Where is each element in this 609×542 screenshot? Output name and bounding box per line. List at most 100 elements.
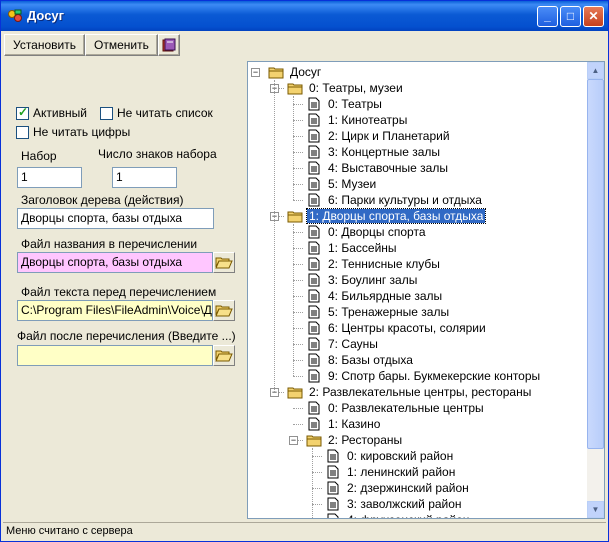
tree-item-label: 8: Базы отдыха [328, 353, 413, 367]
document-icon [308, 113, 320, 127]
tree-item[interactable]: 1: Казино [306, 416, 382, 432]
tree-item[interactable]: 1: Кинотеатры [306, 112, 409, 128]
scroll-down-arrow[interactable]: ▼ [587, 501, 604, 518]
tree-item-label: 6: Парки культуры и отдыха [328, 193, 482, 207]
tree-connector [293, 360, 303, 361]
tree-folder[interactable]: 2: Рестораны [306, 432, 404, 448]
digits-input[interactable]: 1 [112, 167, 177, 188]
scroll-thumb[interactable] [587, 79, 604, 449]
before-enum-browse-button[interactable] [213, 300, 235, 321]
book-button[interactable] [157, 34, 180, 56]
install-button[interactable]: Установить [4, 34, 85, 56]
after-enum-browse-button[interactable] [213, 345, 235, 366]
document-icon [308, 129, 320, 143]
enum-name-file-input[interactable]: Дворцы спорта, базы отдыха [17, 252, 213, 273]
no-read-list-label: Не читать список [117, 106, 213, 120]
tree-item-label: 7: Сауны [328, 337, 378, 351]
tree-connector [293, 184, 303, 185]
tree-folder[interactable]: 2: Развлекательные центры, рестораны [287, 384, 533, 400]
document-icon [327, 481, 339, 495]
tree-item[interactable]: 4: Бильярдные залы [306, 288, 444, 304]
tree-item-label: 1: ленинский район [347, 465, 456, 479]
tree-item[interactable]: 3: Концертные залы [306, 144, 442, 160]
document-icon [308, 305, 320, 319]
tree-connector [312, 504, 322, 505]
tree-item[interactable]: 4: фрунзенский район [325, 512, 471, 518]
tree-item-label: 1: Дворцы спорта, базы отдыха [305, 208, 487, 224]
document-icon [308, 145, 320, 159]
tree-folder[interactable]: 0: Театры, музеи [287, 80, 405, 96]
menu-tree[interactable]: ▲ ▼ − Досуг − 0: Театры, музеи 0: Театры 1: К… [247, 61, 605, 519]
tree-item-label: 3: заволжский район [347, 497, 462, 511]
no-read-list-checkbox-row[interactable]: Не читать список [100, 106, 213, 120]
tree-item-label: 3: Концертные залы [328, 145, 441, 159]
close-button[interactable]: ✕ [583, 6, 604, 27]
tree-item[interactable]: 6: Парки культуры и отдыха [306, 192, 484, 208]
before-enum-file-label: Файл текста перед перечислением [21, 285, 217, 299]
set-input[interactable]: 1 [17, 167, 82, 188]
tree-item[interactable]: 2: Цирк и Планетарий [306, 128, 452, 144]
scroll-up-arrow[interactable]: ▲ [587, 62, 604, 79]
document-icon [308, 257, 320, 271]
tree-connector [293, 264, 303, 265]
document-icon [327, 465, 339, 479]
tree-item[interactable]: 5: Тренажерные залы [306, 304, 451, 320]
document-icon [308, 321, 320, 335]
tree-item-label: 1: Бассейны [328, 241, 397, 255]
tree-item[interactable]: 2: дзержинский район [325, 480, 471, 496]
tree-item[interactable]: 2: Теннисные клубы [306, 256, 442, 272]
no-read-digits-checkbox-row[interactable]: Не читать цифры [16, 125, 130, 139]
digits-label: Число знаков набора [98, 147, 217, 161]
tree-expander[interactable]: − [289, 436, 298, 445]
folder-icon [287, 211, 303, 223]
tree-item[interactable]: 8: Базы отдыха [306, 352, 415, 368]
no-read-digits-checkbox[interactable] [16, 125, 29, 139]
tree-item-label: Досуг [290, 65, 322, 79]
tree-connector [293, 232, 303, 233]
active-checkbox[interactable] [16, 105, 29, 120]
document-icon [327, 449, 339, 463]
tree-item[interactable]: 0: Дворцы спорта [306, 224, 428, 240]
tree-folder[interactable]: Досуг [268, 64, 323, 80]
after-enum-file-input[interactable] [17, 345, 213, 366]
title-bar[interactable]: Досуг _ □ ✕ [1, 1, 608, 31]
tree-expander[interactable]: − [251, 68, 260, 77]
tree-item[interactable]: 0: Развлекательные центры [306, 400, 486, 416]
document-icon [308, 401, 320, 415]
tree-item[interactable]: 0: кировский район [325, 448, 455, 464]
tree-title-input[interactable]: Дворцы спорта, базы отдыха [17, 208, 214, 229]
tree-item-label: 0: кировский район [347, 449, 454, 463]
tree-item[interactable]: 3: Боулинг залы [306, 272, 419, 288]
document-icon [308, 289, 320, 303]
folder-open-icon [268, 67, 284, 79]
before-enum-file-input[interactable]: C:\Program Files\FileAdmin\Voice\Досуг [17, 300, 213, 321]
tree-item[interactable]: 0: Театры [306, 96, 384, 112]
tree-item-label: 4: фрунзенский район [345, 513, 471, 518]
tree-item[interactable]: 6: Центры красоты, солярии [306, 320, 488, 336]
tree-folder[interactable]: 1: Дворцы спорта, базы отдыха [287, 208, 487, 224]
tree-connector [293, 96, 294, 200]
tree-item[interactable]: 5: Музеи [306, 176, 378, 192]
tree-scrollbar[interactable]: ▲ ▼ [587, 62, 604, 518]
maximize-button[interactable]: □ [560, 6, 581, 27]
tree-connector [293, 328, 303, 329]
tree-item[interactable]: 4: Выставочные залы [306, 160, 450, 176]
no-read-list-checkbox[interactable] [100, 106, 113, 120]
minimize-icon: _ [544, 9, 551, 23]
document-icon [308, 273, 320, 287]
tree-item[interactable]: 9: Спотр бары. Букмекерские конторы [306, 368, 542, 384]
document-icon [308, 225, 320, 239]
cancel-button[interactable]: Отменить [84, 34, 158, 56]
document-icon [308, 193, 320, 207]
active-checkbox-row[interactable]: Активный [16, 105, 87, 120]
enum-name-browse-button[interactable] [213, 252, 235, 273]
document-icon [308, 97, 320, 111]
status-bar: Меню считано с сервера [3, 522, 606, 540]
tree-item[interactable]: 3: заволжский район [325, 496, 464, 512]
minimize-button[interactable]: _ [537, 6, 558, 27]
tree-item[interactable]: 7: Сауны [306, 336, 380, 352]
tree-item[interactable]: 1: Бассейны [306, 240, 399, 256]
tree-item-label: 6: Центры красоты, солярии [328, 321, 486, 335]
document-icon [327, 513, 339, 518]
tree-item[interactable]: 1: ленинский район [325, 464, 457, 480]
